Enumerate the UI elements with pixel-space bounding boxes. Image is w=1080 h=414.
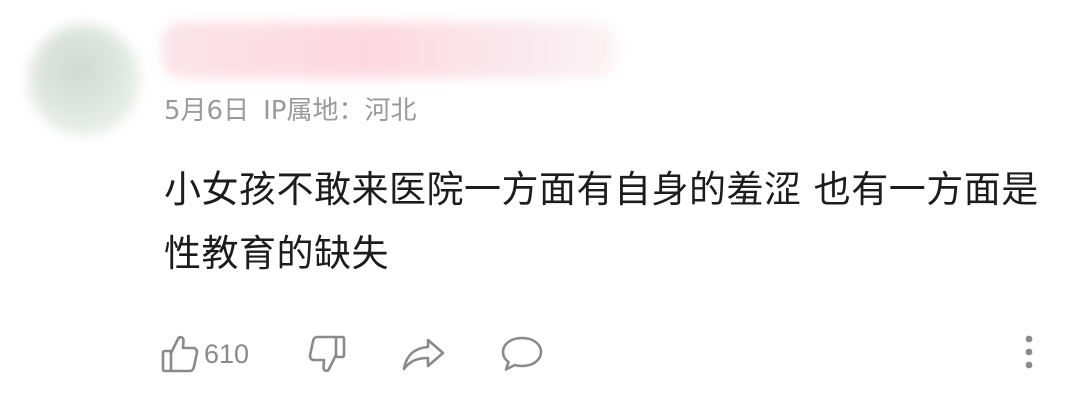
comment-card: 5月6日 IP属地：河北 小女孩不敢来医院一方面有自身的羞涩 也有一方面是性教育… [0, 0, 1080, 414]
thumbs-down-icon [307, 333, 347, 375]
reply-button[interactable] [499, 330, 545, 378]
comment-actions: 610 [160, 330, 545, 378]
avatar[interactable] [28, 24, 140, 136]
speech-bubble-icon [499, 334, 545, 374]
thumbs-up-icon [160, 333, 200, 375]
more-options-button[interactable] [1014, 332, 1044, 376]
share-arrow-icon [401, 334, 447, 374]
comment-body: 小女孩不敢来医院一方面有自身的羞涩 也有一方面是性教育的缺失 [164, 168, 1039, 275]
comment-meta: 5月6日 IP属地：河北 [164, 91, 416, 131]
share-button[interactable] [401, 330, 447, 378]
like-count: 610 [204, 338, 250, 369]
ip-location: IP属地：河北 [263, 96, 417, 126]
dislike-button[interactable] [307, 330, 347, 378]
like-button[interactable]: 610 [160, 330, 249, 378]
comment-date: 5月6日 [164, 96, 250, 126]
vertical-ellipsis-icon [1024, 334, 1034, 374]
username-blurred[interactable] [162, 22, 617, 78]
